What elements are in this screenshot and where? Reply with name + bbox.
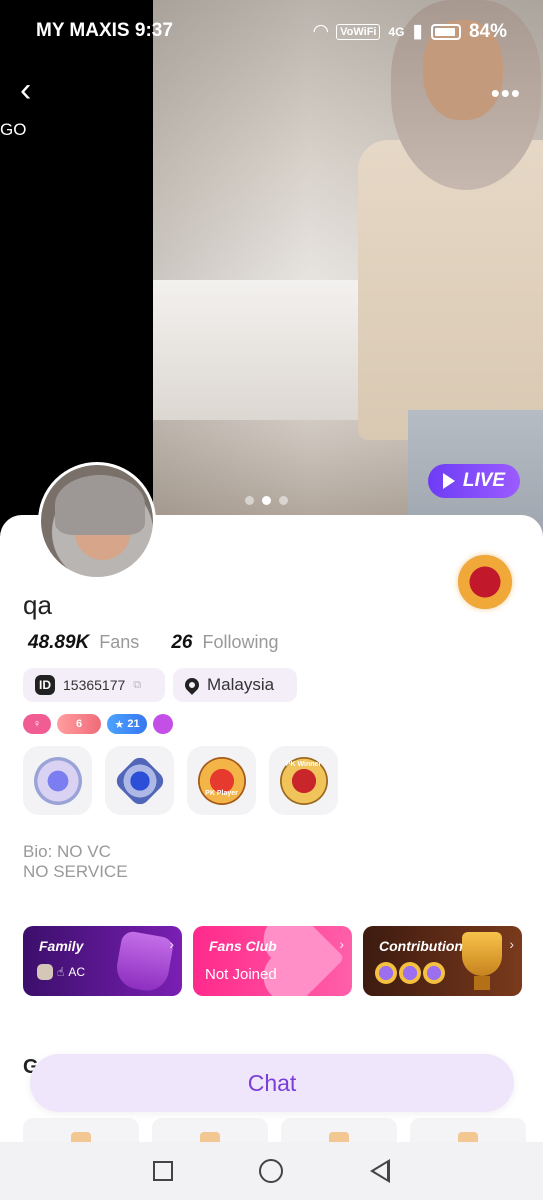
helmet-icon: [113, 929, 175, 995]
contribution-title: Contribution: [379, 938, 463, 954]
status-right-group: ◠ VoWiFi 4G ▮ 84%: [314, 20, 508, 43]
star-level-badge[interactable]: ★ 21: [107, 714, 147, 734]
location-text: Malaysia: [207, 675, 275, 694]
battery-icon: [430, 23, 461, 40]
contributor-avatars: [375, 962, 445, 984]
profile-photo[interactable]: [153, 0, 543, 540]
trophy-icon: [462, 932, 502, 990]
fans-count[interactable]: 48.89K: [28, 632, 89, 654]
level-badges: ♀ 6 ★ 21: [23, 714, 173, 734]
more-horizontal-icon: •••: [490, 78, 521, 108]
honor-item[interactable]: [23, 746, 92, 815]
wifi-icon: ◠: [313, 21, 329, 42]
contribution-card[interactable]: Contribution ›: [363, 926, 522, 996]
family-name: AC: [68, 965, 85, 979]
blue-shield-badge-icon: [112, 753, 167, 808]
status-carrier-time: MY MAXIS 9:37: [36, 20, 173, 41]
status-bar: MY MAXIS 9:37 ◠ VoWiFi 4G ▮ 84%: [0, 0, 543, 64]
hand-emoji-icon: ☝: [57, 965, 65, 979]
id-icon: ID: [35, 675, 55, 695]
user-id: 15365177: [63, 677, 126, 693]
location-pill: Malaysia: [173, 668, 297, 702]
contributor-avatar[interactable]: [423, 962, 445, 984]
network-indicator: 4G: [388, 24, 405, 39]
left-edge-text: GO: [0, 120, 27, 139]
honor-item[interactable]: PK Winner: [269, 746, 338, 815]
system-nav-bar: [0, 1142, 543, 1200]
pk-winner-label: PK Winner: [285, 761, 322, 768]
play-icon: [442, 473, 455, 489]
bio: Bio: NO VC NO SERVICE: [23, 842, 128, 882]
honor-item[interactable]: [105, 746, 174, 815]
honor-list: PK Player PK Winner: [23, 746, 338, 815]
back-triangle-icon[interactable]: [369, 1159, 390, 1183]
contributor-avatar[interactable]: [375, 962, 397, 984]
gender-badge[interactable]: ♀: [23, 714, 51, 734]
profile-hero: MY MAXIS 9:37 ◠ VoWiFi 4G ▮ 84% ‹ ••• GO…: [0, 0, 543, 540]
signal-icon: ▮: [412, 21, 423, 42]
family-info: ☝ AC: [37, 964, 85, 980]
more-button[interactable]: •••: [491, 78, 521, 109]
avatar[interactable]: [38, 462, 156, 580]
fans-label[interactable]: Fans: [99, 632, 139, 653]
recent-apps-icon[interactable]: [153, 1161, 174, 1181]
profile-name: qa: [23, 590, 52, 620]
carousel-dot[interactable]: [245, 496, 254, 505]
chevron-right-icon: ›: [169, 936, 174, 952]
special-badge[interactable]: [153, 714, 173, 734]
chevron-left-icon: ‹: [20, 71, 32, 109]
profile-stats: 48.89K Fans 26 Following: [28, 632, 311, 654]
feature-cards: Family › ☝ AC Fans Club › Not Joined Con…: [23, 926, 522, 996]
star-level-value: 21: [127, 718, 140, 730]
fans-club-status: Not Joined: [205, 966, 277, 983]
star-icon: ★: [114, 718, 125, 731]
honor-item[interactable]: PK Player: [187, 746, 256, 815]
user-id-pill[interactable]: ID 15365177 ⧉: [23, 668, 165, 702]
bio-line: Bio: NO VC: [23, 842, 111, 861]
fans-club-title: Fans Club: [209, 938, 277, 954]
live-badge[interactable]: LIVE: [428, 464, 520, 498]
family-avatar: [37, 964, 53, 980]
wealth-level-badge[interactable]: 6: [57, 714, 101, 734]
heart-icon: [271, 926, 345, 995]
back-button[interactable]: ‹: [20, 72, 50, 108]
family-title: Family: [39, 938, 84, 954]
fans-club-card[interactable]: Fans Club › Not Joined: [193, 926, 352, 996]
family-card[interactable]: Family › ☝ AC: [23, 926, 182, 996]
chevron-right-icon: ›: [509, 936, 514, 952]
location-pin-icon: [182, 675, 202, 695]
following-count[interactable]: 26: [171, 632, 192, 654]
contributor-avatar[interactable]: [399, 962, 421, 984]
live-label: LIVE: [462, 470, 506, 491]
home-icon[interactable]: [259, 1159, 284, 1183]
chat-button[interactable]: Chat: [30, 1054, 514, 1112]
carousel-dot[interactable]: [279, 496, 288, 505]
wings-star-badge-icon: [33, 756, 82, 805]
battery-percent: 84%: [468, 20, 507, 42]
carousel-dots: [245, 496, 288, 505]
vowifi-indicator: VoWiFi: [336, 23, 381, 40]
following-label[interactable]: Following: [202, 632, 278, 653]
carousel-dot-active[interactable]: [262, 496, 271, 505]
chevron-right-icon: ›: [339, 936, 344, 952]
rank-medal-icon[interactable]: [458, 555, 512, 609]
bio-line: NO SERVICE: [23, 862, 128, 881]
pk-player-badge-icon: [197, 756, 246, 805]
wealth-level-value: 6: [75, 718, 83, 730]
pk-player-label: PK Player: [205, 790, 238, 797]
copy-icon[interactable]: ⧉: [133, 679, 141, 692]
